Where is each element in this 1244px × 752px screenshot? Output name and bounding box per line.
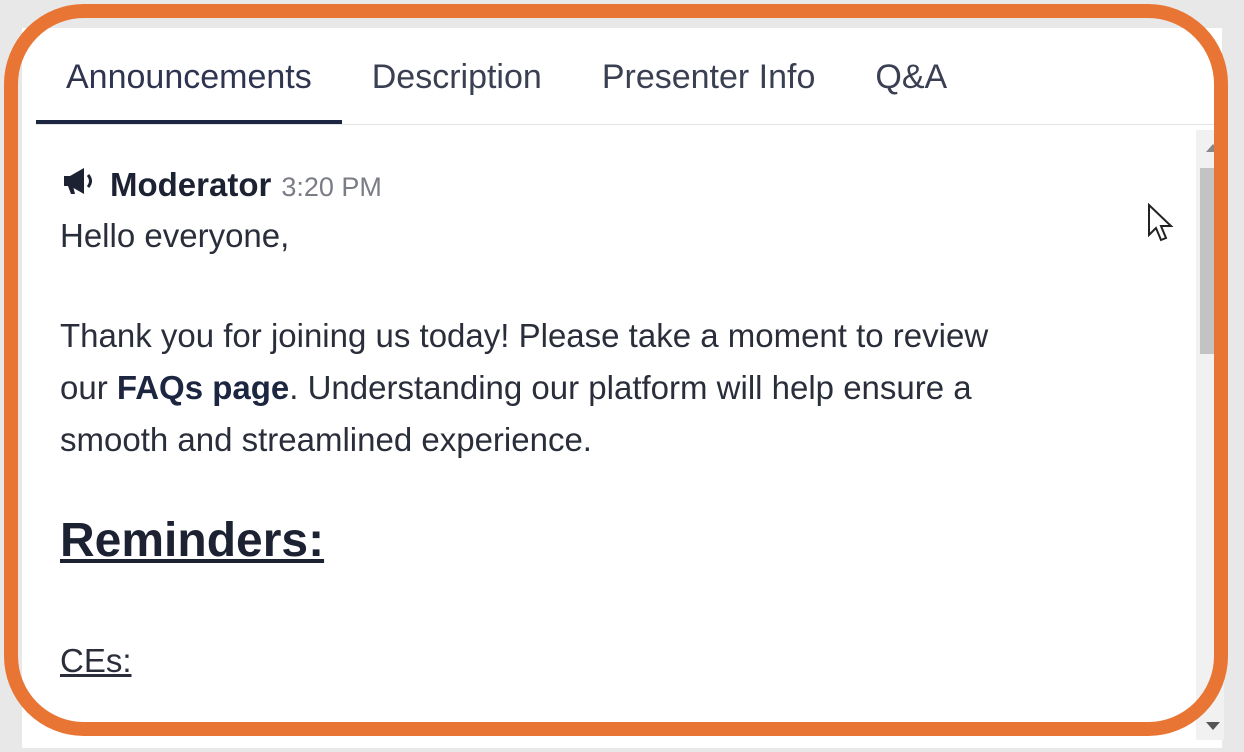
- tab-bar: Announcements Description Presenter Info…: [36, 52, 1220, 125]
- reminders-heading: Reminders:: [60, 514, 325, 567]
- body-line-2-suffix: . Understanding our platform will help e…: [289, 369, 972, 406]
- message-greeting: Hello everyone,: [60, 217, 290, 254]
- announcement-message: Moderator 3:20 PM Hello everyone, Thank …: [60, 166, 1170, 680]
- tab-announcements[interactable]: Announcements: [36, 52, 342, 124]
- message-author: Moderator: [110, 166, 272, 203]
- tab-qa[interactable]: Q&A: [845, 52, 977, 118]
- message-body-line-2: our FAQs page. Understanding our platfor…: [60, 362, 1170, 414]
- tab-description[interactable]: Description: [342, 52, 572, 118]
- scroll-up-arrow-icon[interactable]: [1206, 144, 1220, 152]
- scrollbar-thumb[interactable]: [1200, 168, 1222, 354]
- message-body-line-3: smooth and streamlined experience.: [60, 421, 592, 458]
- megaphone-icon: [64, 168, 92, 194]
- ces-label: CEs:: [60, 642, 132, 679]
- mouse-cursor-icon: [1148, 203, 1174, 242]
- body-line-2-prefix: our: [60, 369, 117, 406]
- scroll-down-arrow-icon[interactable]: [1206, 722, 1220, 730]
- faqs-page-link[interactable]: FAQs page: [117, 369, 289, 406]
- message-body-line-1: Thank you for joining us today! Please t…: [60, 317, 989, 354]
- message-header: Moderator 3:20 PM: [60, 166, 1170, 210]
- message-timestamp: 3:20 PM: [281, 172, 382, 202]
- tab-presenter-info[interactable]: Presenter Info: [572, 52, 846, 118]
